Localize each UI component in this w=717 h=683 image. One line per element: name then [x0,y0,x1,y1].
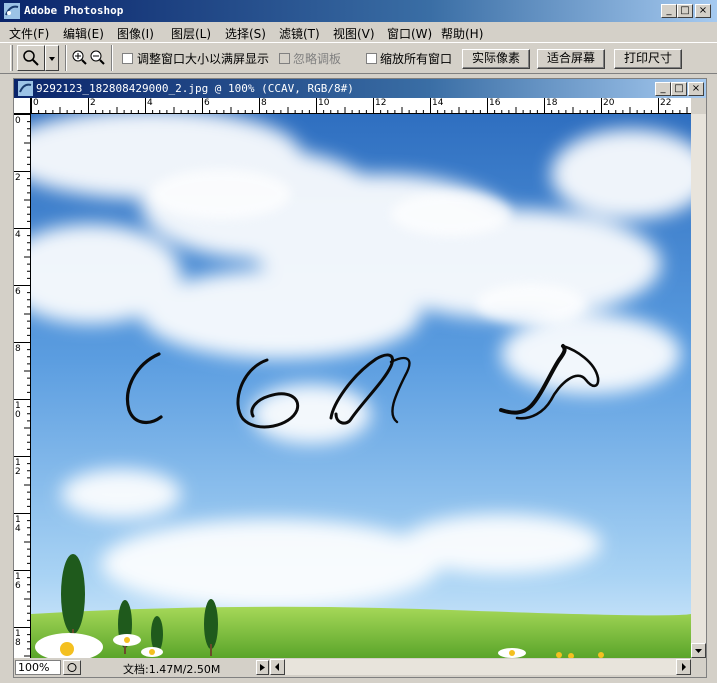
menu-image[interactable]: 图像(I) [117,25,154,42]
tool-preset-dropdown[interactable] [45,45,59,71]
arrow-down-icon [695,649,702,653]
menu-bar: 文件(F) 编辑(E) 图像(I) 图层(L) 选择(S) 滤镜(T) 视图(V… [0,22,717,42]
status-menu-button[interactable] [256,660,269,675]
arrow-left-icon [275,663,279,671]
hruler-label: 6 [204,98,210,108]
zoom-tool-preset-button[interactable] [17,45,45,71]
zoom-all-windows-checkbox[interactable] [366,53,377,64]
hruler-label: 16 [489,98,501,108]
menu-file[interactable]: 文件(F) [9,25,49,42]
preview-icon [67,663,77,672]
vruler-label: 4 [15,230,21,240]
vruler-label: 12 [15,458,21,477]
vruler-label: 6 [15,287,21,297]
separator [65,45,67,71]
menu-view[interactable]: 视图(V) [333,25,375,42]
document-icon [18,81,33,96]
ruler-origin[interactable] [14,98,31,114]
hruler-label: 4 [147,98,153,108]
zoom-tool-icon [23,50,39,66]
ignore-palettes-label: 忽略调板 [293,52,342,66]
fit-screen-button[interactable]: 适合屏幕 [537,49,605,69]
close-icon[interactable]: × [695,4,711,18]
hruler-label: 18 [546,98,558,108]
app-title: Adobe Photoshop [24,4,124,17]
hruler-label: 22 [660,98,672,108]
ignore-palettes-checkbox [279,53,290,64]
hruler-label: 0 [33,98,39,108]
scroll-down-button[interactable] [691,643,706,658]
vruler-label: 8 [15,344,21,354]
scroll-right-button[interactable] [676,659,691,675]
horizontal-ruler[interactable]: 0 2 4 6 8 10 12 14 16 18 20 22 [31,98,691,114]
vruler-label: 0 [15,116,21,126]
hruler-label: 8 [261,98,267,108]
sky-scene-image [31,114,691,658]
horizontal-ruler-ticks [31,98,688,113]
document-title: 9292123_182808429000_2.jpg @ 100% (CCAV,… [36,82,354,95]
vruler-label: 10 [15,401,21,420]
vruler-label: 2 [15,173,21,183]
menu-layer[interactable]: 图层(L) [171,25,211,42]
triangle-right-icon [260,664,265,671]
separator [111,45,113,71]
document-info: 文档:1.47M/2.50M [123,663,221,676]
menu-filter[interactable]: 滤镜(T) [279,25,320,42]
resize-windows-checkbox[interactable] [122,53,133,64]
actual-pixels-button[interactable]: 实际像素 [462,49,530,69]
print-size-button[interactable]: 打印尺寸 [614,49,682,69]
vertical-ruler[interactable]: 0 2 4 6 8 10 12 14 16 18 [14,114,31,658]
vertical-scrollbar[interactable] [691,114,706,658]
menu-help[interactable]: 帮助(H) [441,25,483,42]
doc-maximize-icon[interactable]: □ [671,82,687,96]
menu-window[interactable]: 窗口(W) [387,25,432,42]
arrow-right-icon [682,663,686,671]
menu-select[interactable]: 选择(S) [225,25,266,42]
toolbar-grip[interactable] [10,45,13,71]
options-bar [0,42,717,74]
maximize-icon[interactable]: □ [677,4,693,18]
vruler-label: 18 [15,629,21,648]
hruler-label: 14 [432,98,444,108]
image-canvas[interactable] [31,114,691,658]
hruler-label: 10 [318,98,330,108]
minimize-icon[interactable]: _ [661,4,677,18]
hruler-label: 12 [375,98,387,108]
doc-close-icon[interactable]: × [688,82,704,96]
zoom-level-field[interactable]: 100% [15,660,61,675]
photoshop-icon [4,3,20,19]
zoom-all-windows-label: 缩放所有窗口 [380,52,453,66]
zoom-preview-button[interactable] [63,660,81,675]
resize-windows-label: 调整窗口大小以满屏显示 [137,52,270,66]
zoom-in-icon[interactable] [70,48,88,66]
zoom-out-icon[interactable] [88,48,106,66]
hruler-label: 2 [90,98,96,108]
chevron-down-icon [49,57,55,61]
horizontal-scrollbar[interactable] [270,659,691,675]
vruler-label: 16 [15,572,21,591]
vruler-label: 14 [15,515,21,534]
menu-edit[interactable]: 编辑(E) [63,25,104,42]
hruler-label: 20 [603,98,615,108]
doc-minimize-icon[interactable]: _ [655,82,671,96]
scroll-left-button[interactable] [270,659,285,675]
